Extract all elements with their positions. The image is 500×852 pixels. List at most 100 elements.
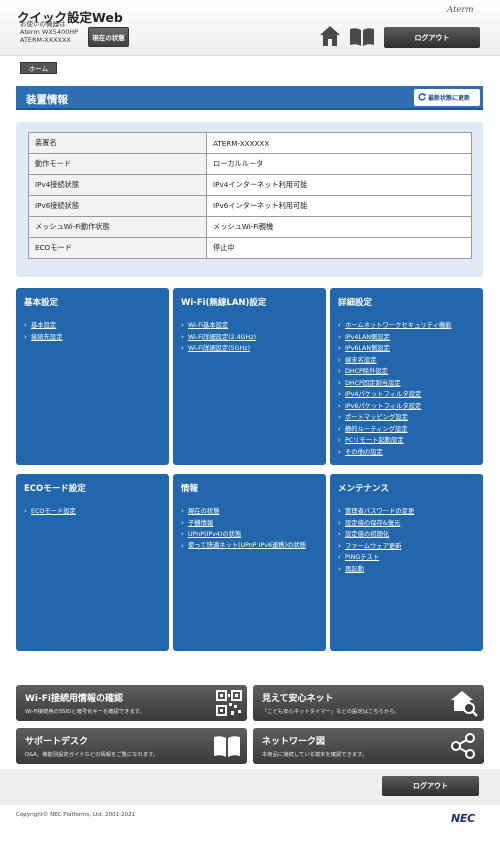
link-pc-remote-wake[interactable]: PCリモート起動設定 bbox=[338, 435, 478, 447]
house-search-icon bbox=[451, 691, 478, 717]
link-list: ECOモード設定 bbox=[24, 506, 164, 518]
link-dhcp-fixed[interactable]: DHCP固定割当設定 bbox=[338, 378, 478, 390]
card-subtitle: Wi-Fi接続用のSSIDと暗号化キーを確認できます。 bbox=[25, 709, 145, 715]
card-title: Wi-Fi接続用情報の確認 bbox=[25, 694, 123, 704]
refresh-button[interactable]: 最新状態に更新 bbox=[414, 89, 480, 106]
page-title: 装置情報 bbox=[26, 94, 68, 106]
tile-title: 詳細設定 bbox=[338, 298, 373, 308]
link-dhcp-exclude[interactable]: DHCP除外設定 bbox=[338, 366, 478, 378]
home-icon[interactable] bbox=[319, 25, 341, 47]
device-line-1: お使いの機器は bbox=[20, 20, 66, 28]
link-reboot[interactable]: 再起動 bbox=[338, 564, 478, 576]
header: クイック設定Web お使いの機器は Aterm WX5400HP ATERM-X… bbox=[0, 0, 500, 56]
device-info-table: 装置名 ATERM-XXXXXX 動作モード ローカルルータ IPv4接続状態 IPv… bbox=[28, 132, 472, 259]
share-network-icon bbox=[451, 733, 475, 759]
link-wifi-detail-24[interactable]: Wi-Fi詳細設定(2.4GHz) bbox=[181, 332, 321, 344]
link-list: 管理者パスワードの変更 設定値の保存&復元 設定値の初期化 ファームウェア更新 … bbox=[338, 506, 478, 575]
breadcrumb-home[interactable]: ホーム bbox=[20, 62, 57, 74]
link-basic-settings[interactable]: 基本設定 bbox=[24, 320, 164, 332]
logout-button-bottom[interactable]: ログアウト bbox=[382, 776, 479, 796]
table-row: 装置名 ATERM-XXXXXX bbox=[28, 132, 472, 154]
device-info-text: お使いの機器は Aterm WX5400HP ATERM-XXXXXX bbox=[20, 20, 78, 44]
link-static-routing[interactable]: 静的ルーティング設定 bbox=[338, 424, 478, 436]
info-key: メッシュWi-Fi動作状態 bbox=[28, 216, 207, 238]
link-upnp-ipv6-status[interactable]: 使って快適ネット(UPnP IPv6連携)の状態 bbox=[181, 542, 321, 551]
aterm-logo: Aterm bbox=[447, 5, 474, 15]
info-key: ECOモード bbox=[28, 237, 207, 259]
tile-title: メンテナンス bbox=[338, 484, 389, 494]
card-subtitle: 「こども安心ネットタイマー」などの設定はこちらから。 bbox=[262, 709, 400, 715]
qr-code-icon bbox=[216, 690, 242, 716]
tile-eco-mode: ECOモード設定 ECOモード設定 bbox=[16, 474, 169, 651]
link-admin-password[interactable]: 管理者パスワードの変更 bbox=[338, 506, 478, 518]
link-port-mapping[interactable]: ポートマッピング設定 bbox=[338, 412, 478, 424]
link-firmware-update[interactable]: ファームウェア更新 bbox=[338, 541, 478, 553]
device-line-2: Aterm WX5400HP bbox=[20, 28, 79, 36]
book-icon bbox=[214, 736, 240, 757]
table-row: IPv4接続状態 IPv4インターネット利用可能 bbox=[28, 174, 472, 196]
link-ipv4-lan[interactable]: IPv4LAN側設定 bbox=[338, 332, 478, 344]
info-key: 装置名 bbox=[28, 132, 207, 154]
link-home-network-security[interactable]: ホームネットワークセキュリティ機能 bbox=[338, 320, 478, 332]
link-client-info[interactable]: 子機情報 bbox=[181, 518, 321, 530]
logout-button-top[interactable]: ログアウト bbox=[384, 27, 480, 48]
device-info-panel: 装置名 ATERM-XXXXXX 動作モード ローカルルータ IPv4接続状態 IPv… bbox=[16, 122, 483, 277]
link-ipv4-filter[interactable]: IPv4パケットフィルタ設定 bbox=[338, 389, 478, 401]
link-ping-test[interactable]: PINGテスト bbox=[338, 552, 478, 564]
tile-wifi-settings: Wi-Fi(無線LAN)設定 Wi-Fi基本設定 Wi-Fi詳細設定(2.4GH… bbox=[173, 288, 326, 465]
device-line-3: ATERM-XXXXXX bbox=[20, 36, 71, 44]
link-other-settings[interactable]: その他の設定 bbox=[338, 447, 478, 459]
info-value: メッシュWi-Fi親機 bbox=[206, 216, 472, 238]
tile-basic-settings: 基本設定 基本設定 接続先設定 bbox=[16, 288, 169, 465]
tile-title: Wi-Fi(無線LAN)設定 bbox=[181, 298, 267, 308]
table-row: ECOモード 停止中 bbox=[28, 237, 472, 259]
link-list: 基本設定 接続先設定 bbox=[24, 320, 164, 343]
link-list: 現在の状態 子機情報 UPnP(IPv4)の状態 使って快適ネット(UPnP I… bbox=[181, 506, 321, 550]
link-list: ホームネットワークセキュリティ機能 IPv4LAN側設定 IPv6LAN側設定 … bbox=[338, 320, 478, 458]
link-factory-reset[interactable]: 設定値の初期化 bbox=[338, 529, 478, 541]
link-terminal-name[interactable]: 端末名設定 bbox=[338, 355, 478, 367]
card-title: サポートデスク bbox=[25, 737, 89, 747]
card-title: ネットワーク図 bbox=[262, 737, 326, 747]
card-subtitle: Q&A、機能別設定ガイドなどの情報をご覧になれます。 bbox=[25, 752, 159, 758]
card-subtitle: 本商品に接続している端末を確認できます。 bbox=[262, 752, 368, 758]
link-current-status[interactable]: 現在の状態 bbox=[181, 506, 321, 518]
tile-title: ECOモード設定 bbox=[24, 484, 86, 494]
tile-maintenance: メンテナンス 管理者パスワードの変更 設定値の保存&復元 設定値の初期化 ファー… bbox=[330, 474, 483, 651]
table-row: 動作モード ローカルルータ bbox=[28, 153, 472, 175]
link-eco-mode[interactable]: ECOモード設定 bbox=[24, 506, 164, 518]
info-value: 停止中 bbox=[206, 237, 472, 259]
card-mieru-anshin[interactable]: 見えて安心ネット 「こども安心ネットタイマー」などの設定はこちらから。 bbox=[253, 685, 484, 721]
info-key: 動作モード bbox=[28, 153, 207, 175]
info-key: IPv6接続状態 bbox=[28, 195, 207, 217]
card-network-map[interactable]: ネットワーク図 本商品に接続している端末を確認できます。 bbox=[253, 728, 484, 764]
table-row: メッシュWi-Fi動作状態 メッシュWi-Fi親機 bbox=[28, 216, 472, 238]
info-value: ローカルルータ bbox=[206, 153, 472, 175]
current-status-button[interactable]: 現在の状態 bbox=[88, 27, 129, 47]
card-wifi-info[interactable]: Wi-Fi接続用情報の確認 Wi-Fi接続用のSSIDと暗号化キーを確認できます… bbox=[16, 685, 247, 721]
page-title-bar: 装置情報 最新状態に更新 bbox=[16, 86, 483, 110]
tile-title: 情報 bbox=[181, 484, 199, 494]
link-ipv6-filter[interactable]: IPv6パケットフィルタ設定 bbox=[338, 401, 478, 413]
card-title: 見えて安心ネット bbox=[262, 694, 334, 704]
link-save-restore[interactable]: 設定値の保存&復元 bbox=[338, 518, 478, 530]
link-upnp-ipv4-status[interactable]: UPnP(IPv4)の状態 bbox=[181, 529, 321, 541]
nec-logo: NEC bbox=[451, 812, 475, 825]
tile-title: 基本設定 bbox=[24, 298, 59, 308]
manual-book-icon[interactable] bbox=[349, 27, 375, 47]
link-wifi-basic[interactable]: Wi-Fi基本設定 bbox=[181, 320, 321, 332]
table-row: IPv6接続状態 IPv6インターネット利用可能 bbox=[28, 195, 472, 217]
info-value: ATERM-XXXXXX bbox=[206, 132, 472, 154]
card-support-desk[interactable]: サポートデスク Q&A、機能別設定ガイドなどの情報をご覧になれます。 bbox=[16, 728, 247, 764]
info-key: IPv4接続状態 bbox=[28, 174, 207, 196]
tile-information: 情報 現在の状態 子機情報 UPnP(IPv4)の状態 使って快適ネット(UPn… bbox=[173, 474, 326, 651]
tile-advanced-settings: 詳細設定 ホームネットワークセキュリティ機能 IPv4LAN側設定 IPv6LA… bbox=[330, 288, 483, 465]
info-value: IPv4インターネット利用可能 bbox=[206, 174, 472, 196]
info-value: IPv6インターネット利用可能 bbox=[206, 195, 472, 217]
link-connection-settings[interactable]: 接続先設定 bbox=[24, 332, 164, 344]
link-wifi-detail-5[interactable]: Wi-Fi詳細設定(5GHz) bbox=[181, 343, 321, 355]
refresh-label: 最新状態に更新 bbox=[428, 95, 471, 102]
refresh-icon bbox=[418, 93, 426, 101]
link-list: Wi-Fi基本設定 Wi-Fi詳細設定(2.4GHz) Wi-Fi詳細設定(5G… bbox=[181, 320, 321, 355]
link-ipv6-lan[interactable]: IPv6LAN側設定 bbox=[338, 343, 478, 355]
